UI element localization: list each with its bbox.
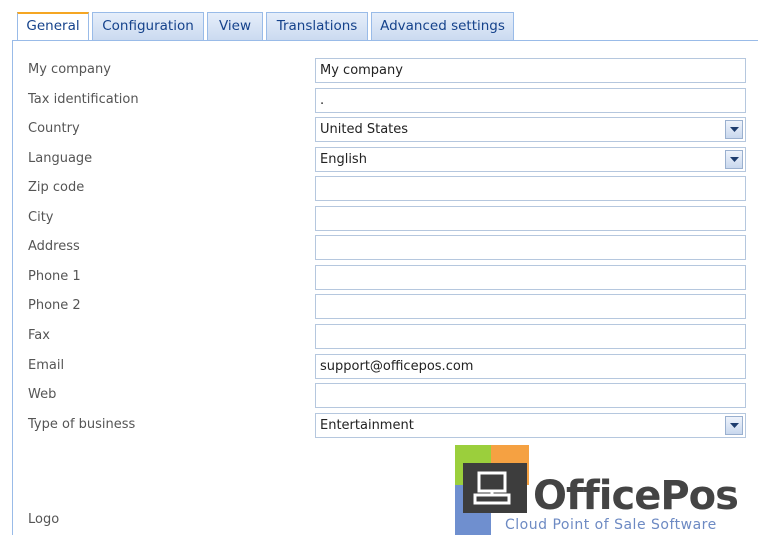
email-field[interactable]: support@officepos.com <box>315 354 746 379</box>
city-label: City <box>28 210 54 225</box>
tax-identification-label: Tax identification <box>28 92 139 107</box>
row-city: City <box>0 206 758 235</box>
chevron-down-icon[interactable] <box>725 150 743 169</box>
row-tax-identification: Tax identification . <box>0 88 758 117</box>
tax-identification-field[interactable]: . <box>315 88 746 113</box>
city-field[interactable] <box>315 206 746 231</box>
type-of-business-value: Entertainment <box>320 418 414 433</box>
my-company-field[interactable]: My company <box>315 58 746 83</box>
tab-general[interactable]: General <box>17 12 89 41</box>
tab-strip-border <box>12 40 758 41</box>
row-type-of-business: Type of business Entertainment <box>0 413 758 442</box>
language-label: Language <box>28 151 93 166</box>
country-select[interactable]: United States <box>315 117 746 142</box>
row-zip-code: Zip code <box>0 176 758 205</box>
row-fax: Fax <box>0 324 758 353</box>
row-phone-1: Phone 1 <box>0 265 758 294</box>
row-language: Language English <box>0 147 758 176</box>
fax-field[interactable] <box>315 324 746 349</box>
logo-tagline: Cloud Point of Sale Software <box>505 517 717 533</box>
tab-translations[interactable]: Translations <box>266 12 368 40</box>
phone-2-label: Phone 2 <box>28 298 81 313</box>
tab-bar: General Configuration View Translations … <box>0 0 758 41</box>
phone-1-label: Phone 1 <box>28 269 81 284</box>
email-value: support@officepos.com <box>320 359 474 374</box>
zip-code-field[interactable] <box>315 176 746 201</box>
pos-terminal-icon <box>473 471 511 505</box>
email-label: Email <box>28 358 65 373</box>
type-of-business-select[interactable]: Entertainment <box>315 413 746 438</box>
web-label: Web <box>28 387 57 402</box>
address-field[interactable] <box>315 235 746 260</box>
chevron-down-icon[interactable] <box>725 416 743 435</box>
row-country: Country United States <box>0 117 758 146</box>
phone-2-field[interactable] <box>315 294 746 319</box>
chevron-down-icon[interactable] <box>725 120 743 139</box>
country-value: United States <box>320 122 409 137</box>
row-address: Address <box>0 235 758 264</box>
language-select[interactable]: English <box>315 147 746 172</box>
logo-label: Logo <box>28 512 60 527</box>
phone-1-field[interactable] <box>315 265 746 290</box>
my-company-value: My company <box>320 63 403 78</box>
row-web: Web <box>0 383 758 412</box>
my-company-label: My company <box>28 62 111 77</box>
company-logo[interactable]: OfficePos Cloud Point of Sale Software <box>455 445 745 535</box>
language-value: English <box>320 152 367 167</box>
tab-view[interactable]: View <box>207 12 263 40</box>
row-phone-2: Phone 2 <box>0 294 758 323</box>
row-email: Email support@officepos.com <box>0 354 758 383</box>
tax-identification-value: . <box>320 93 325 108</box>
address-label: Address <box>28 239 80 254</box>
tab-advanced-settings[interactable]: Advanced settings <box>371 12 514 40</box>
web-field[interactable] <box>315 383 746 408</box>
country-label: Country <box>28 121 80 136</box>
logo-brand-text: OfficePos <box>533 473 739 519</box>
type-of-business-label: Type of business <box>28 417 136 432</box>
fax-label: Fax <box>28 328 50 343</box>
zip-code-label: Zip code <box>28 180 85 195</box>
tab-configuration[interactable]: Configuration <box>92 12 204 40</box>
row-my-company: My company My company <box>0 58 758 87</box>
